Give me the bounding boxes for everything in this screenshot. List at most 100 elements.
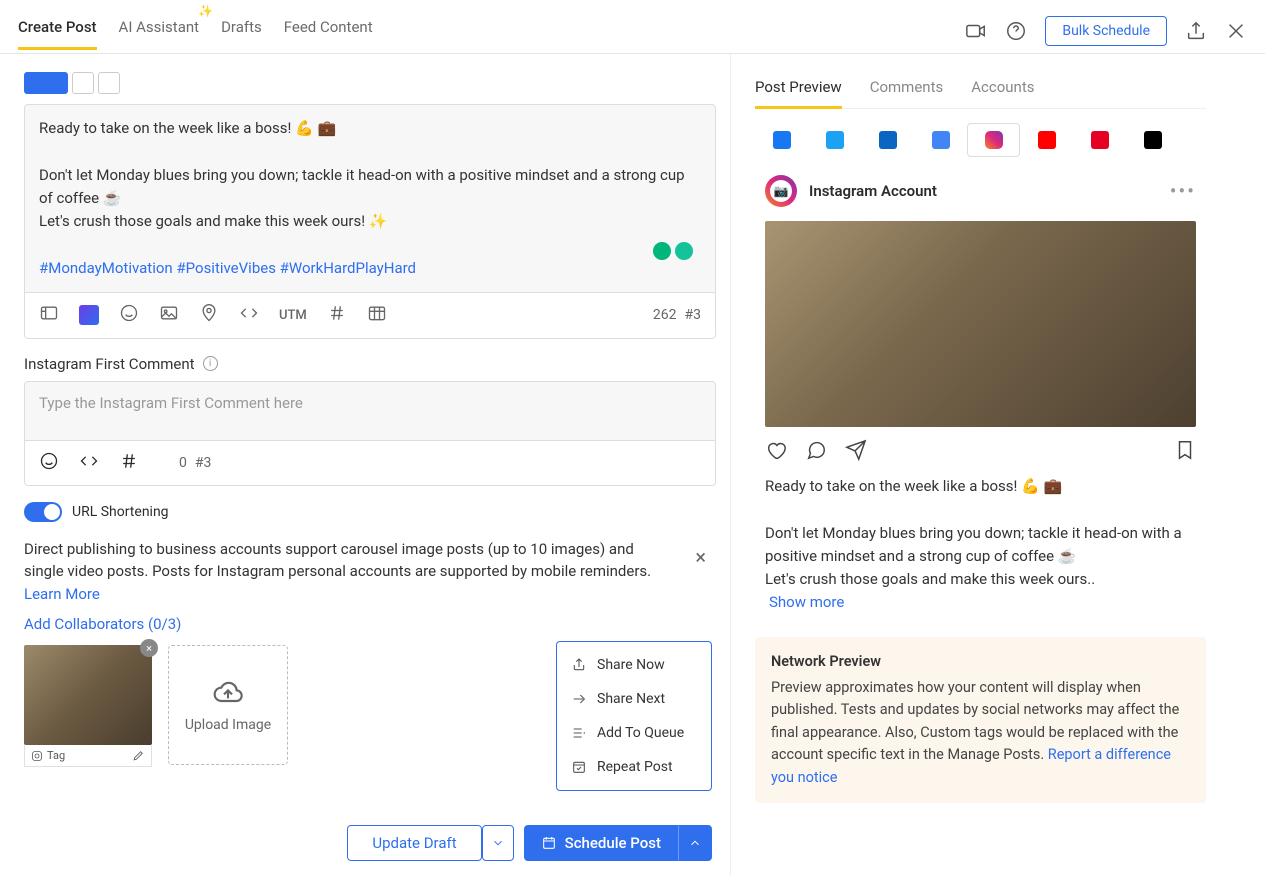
remove-media-icon[interactable]: × [140,639,158,657]
instagram-preview-card: 📷 Instagram Account ••• Ready to take on… [755,175,1206,615]
caption-line: Ready to take on the week like a boss! 💪… [765,475,1196,498]
url-shortening-label: URL Shortening [72,504,169,520]
tab-comments[interactable]: Comments [870,72,944,108]
canva-icon[interactable] [79,305,99,325]
first-comment-label: Instagram First Comment i [24,355,716,373]
thumbnail-footer: Tag [24,745,152,767]
edit-pencil-icon[interactable] [132,749,145,762]
bookmark-icon[interactable] [1174,439,1196,461]
editor-line: Don't let Monday blues bring you down; t… [39,164,701,211]
net-facebook[interactable] [755,123,808,157]
schedule-dropdown: Share Now Share Next Add To Queue Repeat… [556,641,712,791]
net-instagram[interactable] [967,123,1020,157]
network-preview-notice: Network Preview Preview approximates how… [755,637,1206,804]
hashtag-icon[interactable] [327,303,347,328]
schedule-post-caret[interactable] [678,825,712,861]
hash-count: #3 [685,307,702,323]
schedule-post-button[interactable]: Schedule Post [524,825,678,861]
upload-image-box[interactable]: Upload Image [168,645,288,765]
net-pinterest[interactable] [1073,123,1126,157]
embed-icon[interactable] [239,303,259,328]
bulk-schedule-button[interactable]: Bulk Schedule [1045,16,1167,46]
location-icon[interactable] [199,303,219,328]
tab-ai-assistant[interactable]: AI Assistant [119,12,200,50]
utm-button[interactable]: UTM [279,308,307,323]
network-selector-row [24,72,716,94]
net-tiktok[interactable] [1126,123,1179,157]
compose-panel: Ready to take on the week like a boss! 💪… [0,54,730,875]
bottom-actions: Update Draft Schedule Post [347,825,712,861]
preview-panel: Post Preview Comments Accounts 📷 Instagr… [730,54,1230,875]
preview-actions [765,439,1196,461]
editor-line: Ready to take on the week like a boss! 💪… [39,117,701,140]
share-now-item[interactable]: Share Now [557,648,711,682]
video-icon[interactable] [965,20,987,42]
tab-create-post[interactable]: Create Post [18,12,97,50]
tag-label[interactable]: Tag [47,749,65,762]
update-draft-caret[interactable] [482,825,514,861]
top-actions: Bulk Schedule [965,16,1247,46]
editor-hashtags: #MondayMotivation #PositiveVibes #WorkHa… [39,257,701,280]
media-thumbnail[interactable]: × Tag [24,645,152,767]
emoji-icon[interactable] [119,303,139,328]
first-comment-input[interactable]: Type the Instagram First Comment here [24,381,716,441]
upload-label: Upload Image [185,717,271,733]
calendar-grid-icon[interactable] [367,303,387,328]
network-pill[interactable] [98,72,120,94]
net-twitter[interactable] [808,123,861,157]
info-icon[interactable]: i [203,356,218,371]
tab-accounts[interactable]: Accounts [971,72,1034,108]
preview-header: 📷 Instagram Account ••• [765,175,1196,207]
media-tool-icon[interactable] [39,303,59,328]
show-more-link[interactable]: Show more [765,593,844,611]
grammarly-widget[interactable] [649,242,693,267]
preview-account-name: Instagram Account [809,182,1158,200]
emoji-icon[interactable] [39,451,59,475]
tab-feed-content[interactable]: Feed Content [284,12,373,50]
hashtag-icon[interactable] [119,451,139,475]
preview-tabs: Post Preview Comments Accounts [755,72,1206,109]
learn-more-link[interactable]: Learn More [24,585,100,603]
instagram-small-icon [31,750,43,762]
preview-caption: Ready to take on the week like a boss! 💪… [765,475,1196,615]
instagram-avatar-icon: 📷 [765,175,797,207]
net-linkedin[interactable] [861,123,914,157]
tab-drafts[interactable]: Drafts [221,12,262,50]
caption-line: Don't let Monday blues bring you down; t… [765,522,1196,569]
main-tabs: Create Post AI Assistant Drafts Feed Con… [18,12,373,50]
network-pill-active[interactable] [24,72,68,94]
cloud-upload-icon [212,677,244,709]
repeat-post-item[interactable]: Repeat Post [557,750,711,784]
more-dots-icon[interactable]: ••• [1170,179,1196,203]
network-pill[interactable] [72,72,94,94]
fc-char-count: 0 [179,455,187,471]
fc-hash-count: #3 [195,455,212,471]
close-icon[interactable] [1225,20,1247,42]
top-bar: Create Post AI Assistant Drafts Feed Con… [0,0,1265,54]
embed-icon[interactable] [79,451,99,475]
editor-toolbar: UTM 262 #3 [24,293,716,339]
share-next-item[interactable]: Share Next [557,682,711,716]
image-icon[interactable] [159,303,179,328]
send-icon[interactable] [845,439,867,461]
net-youtube[interactable] [1020,123,1073,157]
share-out-icon[interactable] [1185,20,1207,42]
add-collaborators-link[interactable]: Add Collaborators (0/3) [24,615,716,633]
thumbnail-image [24,645,152,745]
network-preview-row [755,123,1206,157]
add-queue-item[interactable]: Add To Queue [557,716,711,750]
heart-icon[interactable] [765,439,787,461]
post-editor[interactable]: Ready to take on the week like a boss! 💪… [24,104,716,293]
publishing-info: Direct publishing to business accounts s… [24,538,716,606]
comment-icon[interactable] [805,439,827,461]
first-comment-toolbar: 0 #3 [24,441,716,486]
url-shortening-toggle[interactable] [24,502,62,522]
notice-title: Network Preview [771,651,1190,673]
dismiss-info-icon[interactable]: × [695,542,706,572]
tab-post-preview[interactable]: Post Preview [755,72,842,108]
first-comment-label-text: Instagram First Comment [24,355,195,373]
help-icon[interactable] [1005,20,1027,42]
update-draft-button[interactable]: Update Draft [347,825,481,861]
net-gmb[interactable] [914,123,967,157]
caption-line: Let's crush those goals and make this we… [765,568,1196,591]
